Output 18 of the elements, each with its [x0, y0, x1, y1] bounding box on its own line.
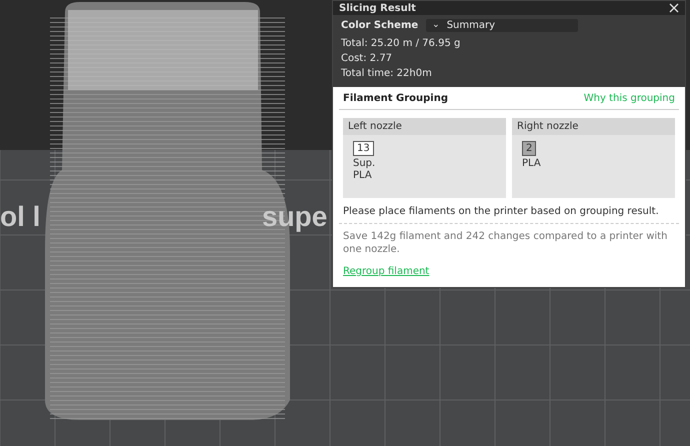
- filament-chip[interactable]: 13: [353, 141, 374, 156]
- instruction-text: Please place filaments on the printer based on grouping result.: [339, 206, 679, 224]
- panel-title: Slicing Result: [339, 2, 416, 14]
- nozzle-title: Left nozzle: [343, 118, 506, 135]
- filament-label: Sup. PLA: [353, 158, 376, 182]
- filament-chip[interactable]: 2: [522, 141, 536, 156]
- color-scheme-dropdown[interactable]: ⌄ Summary: [426, 19, 578, 32]
- nozzle-title: Right nozzle: [512, 118, 675, 135]
- stat-text: Cost: 2.77: [341, 52, 394, 66]
- grouping-title: Filament Grouping: [343, 93, 448, 104]
- stat-text: Total: 25.20 m / 76.95 g: [341, 37, 462, 51]
- color-scheme-label: Color Scheme: [341, 20, 418, 31]
- stat-text: Total time: 22h0m: [341, 67, 433, 81]
- close-icon[interactable]: [669, 3, 679, 13]
- bed-label: supe: [262, 203, 328, 231]
- savings-text: Save 142g filament and 242 changes compared to a printer with one nozzle.: [342, 230, 668, 257]
- filament-label: PLA: [522, 158, 541, 170]
- bed-label: ol l: [0, 203, 40, 231]
